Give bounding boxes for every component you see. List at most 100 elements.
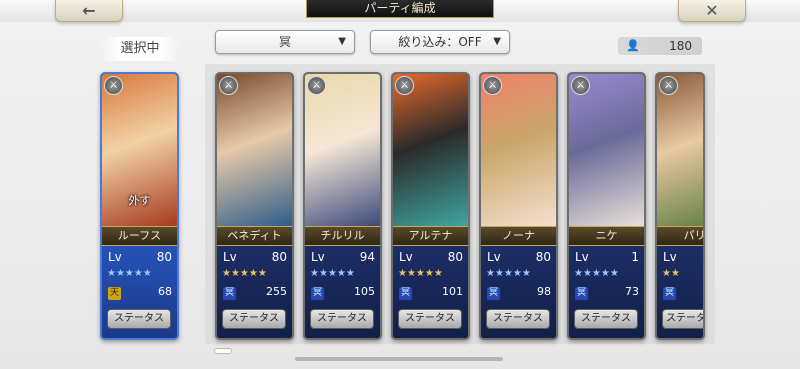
level-row: Lv 1	[575, 250, 639, 264]
close-button[interactable]: ✕	[678, 0, 746, 22]
character-card[interactable]: ⚔ ニケ Lv 1 ★★★★★ 冥 73 ステータス	[567, 72, 646, 340]
level-value: 80	[271, 250, 287, 264]
level-row: Lv	[663, 250, 703, 264]
attribute-icon: 冥	[487, 287, 500, 300]
rarity-stars: ★★★★★	[574, 268, 619, 279]
character-portrait	[217, 74, 292, 226]
member-count: 180	[669, 39, 692, 53]
level-label: Lv	[223, 250, 237, 264]
weapon-type-icon: ⚔	[395, 76, 414, 95]
character-card[interactable]: ⚔ ノーナ Lv 80 ★★★★★ 冥 98 ステータス	[479, 72, 558, 340]
character-card[interactable]: ⚔ チルリル Lv 94 ★★★★★ 冥 105 ステータス	[303, 72, 382, 340]
status-button[interactable]: ステータス	[398, 309, 462, 329]
status-button[interactable]: ステータス	[222, 309, 286, 329]
stat-row: 冥 255	[223, 285, 287, 300]
character-card[interactable]: ⚔ ベネディト Lv 80 ★★★★★ 冥 255 ステータス	[215, 72, 294, 340]
level-row: Lv 80	[223, 250, 287, 264]
attribute-icon: 冥	[399, 287, 412, 300]
stat-value: 105	[354, 285, 375, 298]
character-name: ノーナ	[481, 226, 556, 246]
attribute-icon: 冥	[311, 287, 324, 300]
scrollbar[interactable]	[295, 357, 503, 361]
level-value: 80	[535, 250, 551, 264]
stat-row: 冥 101	[399, 285, 463, 300]
member-count-box: 👤 180	[618, 37, 702, 55]
attribute-icon: 冥	[575, 287, 588, 300]
stat-value: 73	[625, 285, 639, 298]
stat-row: 冥 73	[575, 285, 639, 300]
status-button[interactable]: ステータス	[486, 309, 550, 329]
character-info: Lv 80 ★★★★★ 天 68 ステータス	[102, 246, 177, 338]
stat-row: 冥 105	[311, 285, 375, 300]
status-button[interactable]: ステータ	[662, 309, 703, 329]
stat-row: 冥 98	[487, 285, 551, 300]
chevron-down-icon: ▼	[338, 36, 346, 47]
weapon-type-icon: ⚔	[659, 76, 678, 95]
person-icon: 👤	[626, 39, 640, 52]
level-label: Lv	[399, 250, 413, 264]
attribute-dropdown[interactable]: 冥 ▼	[215, 30, 355, 54]
stat-value: 255	[266, 285, 287, 298]
stat-value: 101	[442, 285, 463, 298]
rarity-stars: ★★★★★	[486, 268, 531, 279]
character-portrait	[657, 74, 703, 226]
character-card[interactable]: ⚔ パリ Lv ★★ 冥ステータ	[655, 72, 705, 340]
character-portrait	[481, 74, 556, 226]
level-label: Lv	[487, 250, 501, 264]
level-row: Lv 80	[487, 250, 551, 264]
character-name: パリ	[657, 226, 703, 246]
chevron-down-icon: ▼	[493, 36, 501, 47]
rarity-stars: ★★	[662, 268, 680, 279]
character-name: ルーフス	[102, 226, 177, 246]
character-portrait	[569, 74, 644, 226]
level-value: 1	[631, 250, 639, 264]
selected-character-card[interactable]: ⚔ 外す ルーフス Lv 80 ★★★★★ 天 68 ステータス	[100, 72, 179, 340]
character-portrait	[305, 74, 380, 226]
page-title: パーティ編成	[306, 0, 494, 18]
level-value: 94	[359, 250, 375, 264]
character-card[interactable]: ⚔ アルテナ Lv 80 ★★★★★ 冥 101 ステータス	[391, 72, 470, 340]
attribute-icon: 冥	[223, 287, 236, 300]
stat-value: 68	[158, 285, 172, 298]
level-value: 80	[447, 250, 463, 264]
back-button[interactable]: ←	[55, 0, 123, 22]
level-label: Lv	[108, 250, 122, 264]
attribute-dropdown-value: 冥	[278, 35, 291, 49]
filter-dropdown-value: 絞り込み：OFF	[398, 35, 482, 49]
character-name: チルリル	[305, 226, 380, 246]
stat-row: 冥	[663, 285, 703, 300]
stat-row: 天 68	[108, 285, 172, 300]
character-info: Lv 1 ★★★★★ 冥 73 ステータス	[569, 246, 644, 338]
level-label: Lv	[575, 250, 589, 264]
character-info: Lv 80 ★★★★★ 冥 101 ステータス	[393, 246, 468, 338]
remove-label[interactable]: 外す	[102, 192, 177, 208]
weapon-type-icon: ⚔	[307, 76, 326, 95]
filter-dropdown[interactable]: 絞り込み：OFF ▼	[370, 30, 510, 54]
status-button[interactable]: ステータス	[574, 309, 638, 329]
rarity-stars: ★★★★★	[107, 268, 152, 279]
level-label: Lv	[663, 250, 677, 264]
character-info: Lv 80 ★★★★★ 冥 98 ステータス	[481, 246, 556, 338]
character-info: Lv ★★ 冥ステータ	[657, 246, 703, 338]
close-icon: ✕	[705, 1, 719, 20]
status-button[interactable]: ステータス	[310, 309, 374, 329]
weapon-type-icon: ⚔	[219, 76, 238, 95]
weapon-type-icon: ⚔	[571, 76, 590, 95]
character-name: ベネディト	[217, 226, 292, 246]
rarity-stars: ★★★★★	[222, 268, 267, 279]
character-portrait	[393, 74, 468, 226]
rarity-stars: ★★★★★	[310, 268, 355, 279]
stat-value: 98	[537, 285, 551, 298]
back-arrow-icon: ←	[82, 1, 96, 20]
rarity-stars: ★★★★★	[398, 268, 443, 279]
character-info: Lv 94 ★★★★★ 冥 105 ステータス	[305, 246, 380, 338]
level-row: Lv 94	[311, 250, 375, 264]
character-name: ニケ	[569, 226, 644, 246]
selected-label: 選択中	[101, 37, 179, 61]
scroll-indicator[interactable]	[214, 348, 232, 354]
weapon-type-icon: ⚔	[483, 76, 502, 95]
level-row: Lv 80	[108, 250, 172, 264]
status-button[interactable]: ステータス	[107, 309, 171, 329]
attribute-icon: 冥	[663, 287, 676, 300]
character-name: アルテナ	[393, 226, 468, 246]
